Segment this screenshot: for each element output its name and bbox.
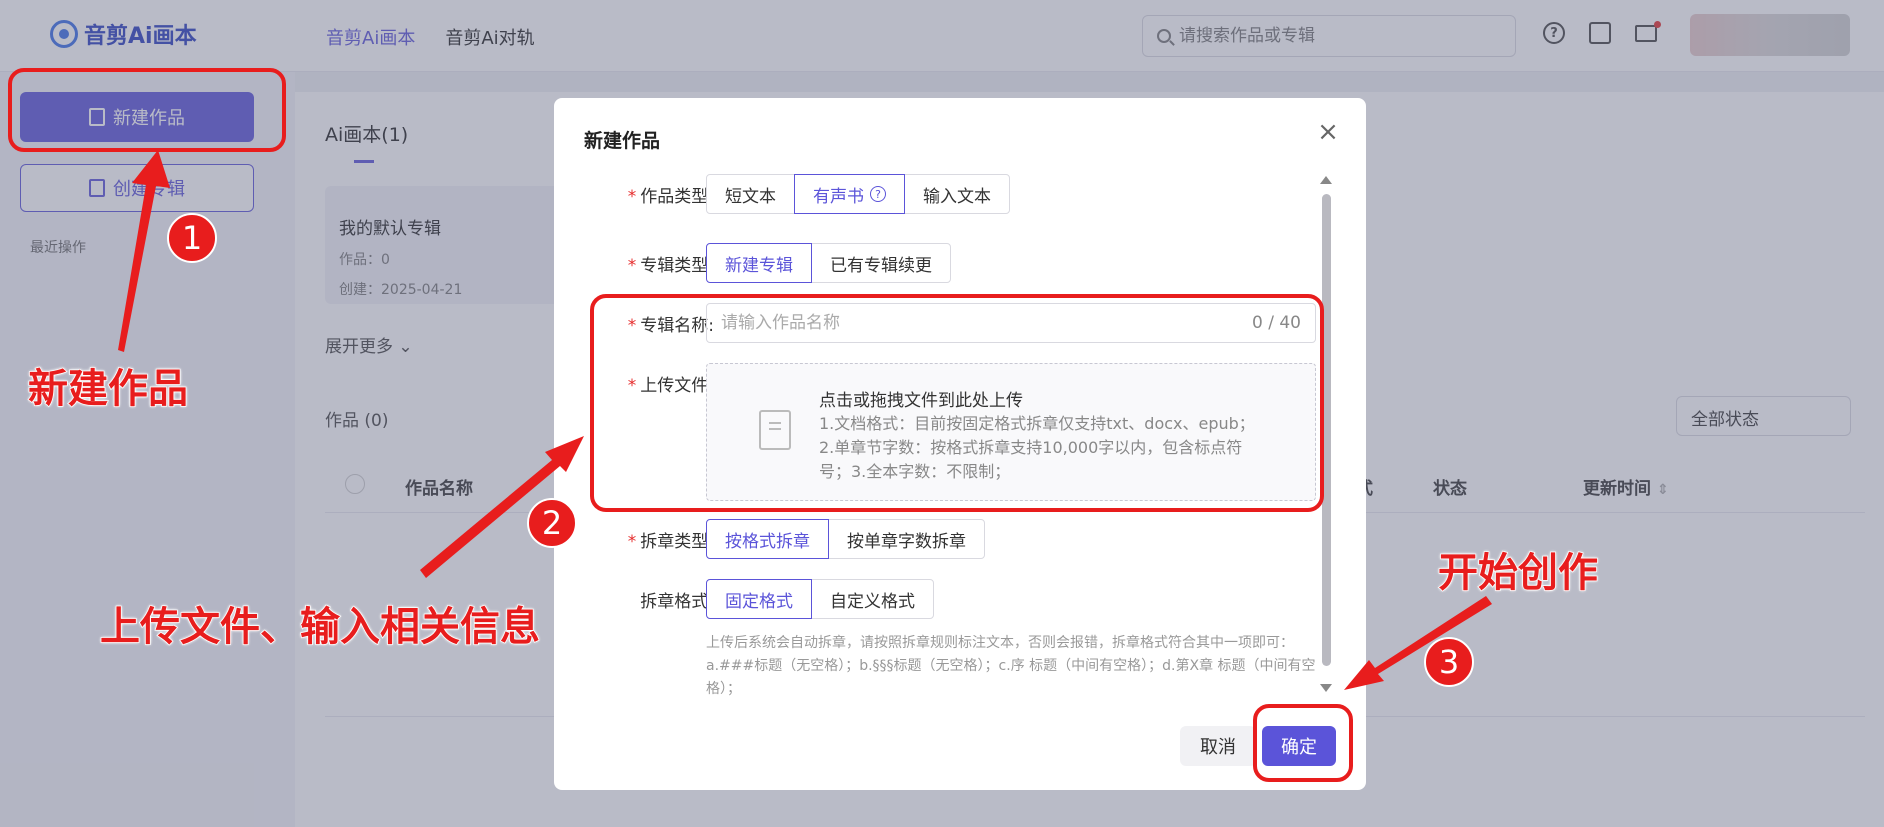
annotation-text-new-work: 新建作品 xyxy=(27,365,189,413)
split-by-format[interactable]: 按格式拆章 xyxy=(706,519,829,559)
annotation-step-3: 3 xyxy=(1424,637,1474,687)
album-type-new[interactable]: 新建专辑 xyxy=(706,243,812,283)
annotation-step-2: 2 xyxy=(527,498,577,548)
audiobook-label: 有声书 xyxy=(813,186,864,207)
arrow-3 xyxy=(1344,596,1492,690)
annotation-step-1: 1 xyxy=(167,213,217,263)
work-type-audiobook[interactable]: 有声书? xyxy=(794,174,905,214)
annotation-arrows xyxy=(118,150,1492,690)
annotation-text-upload: 上传文件、输入相关信息 xyxy=(99,603,541,651)
annotation-text-start: 开始创作 xyxy=(1437,549,1599,597)
format-fixed[interactable]: 固定格式 xyxy=(706,579,812,619)
arrow-1 xyxy=(118,150,170,352)
question-icon[interactable]: ? xyxy=(870,186,886,202)
